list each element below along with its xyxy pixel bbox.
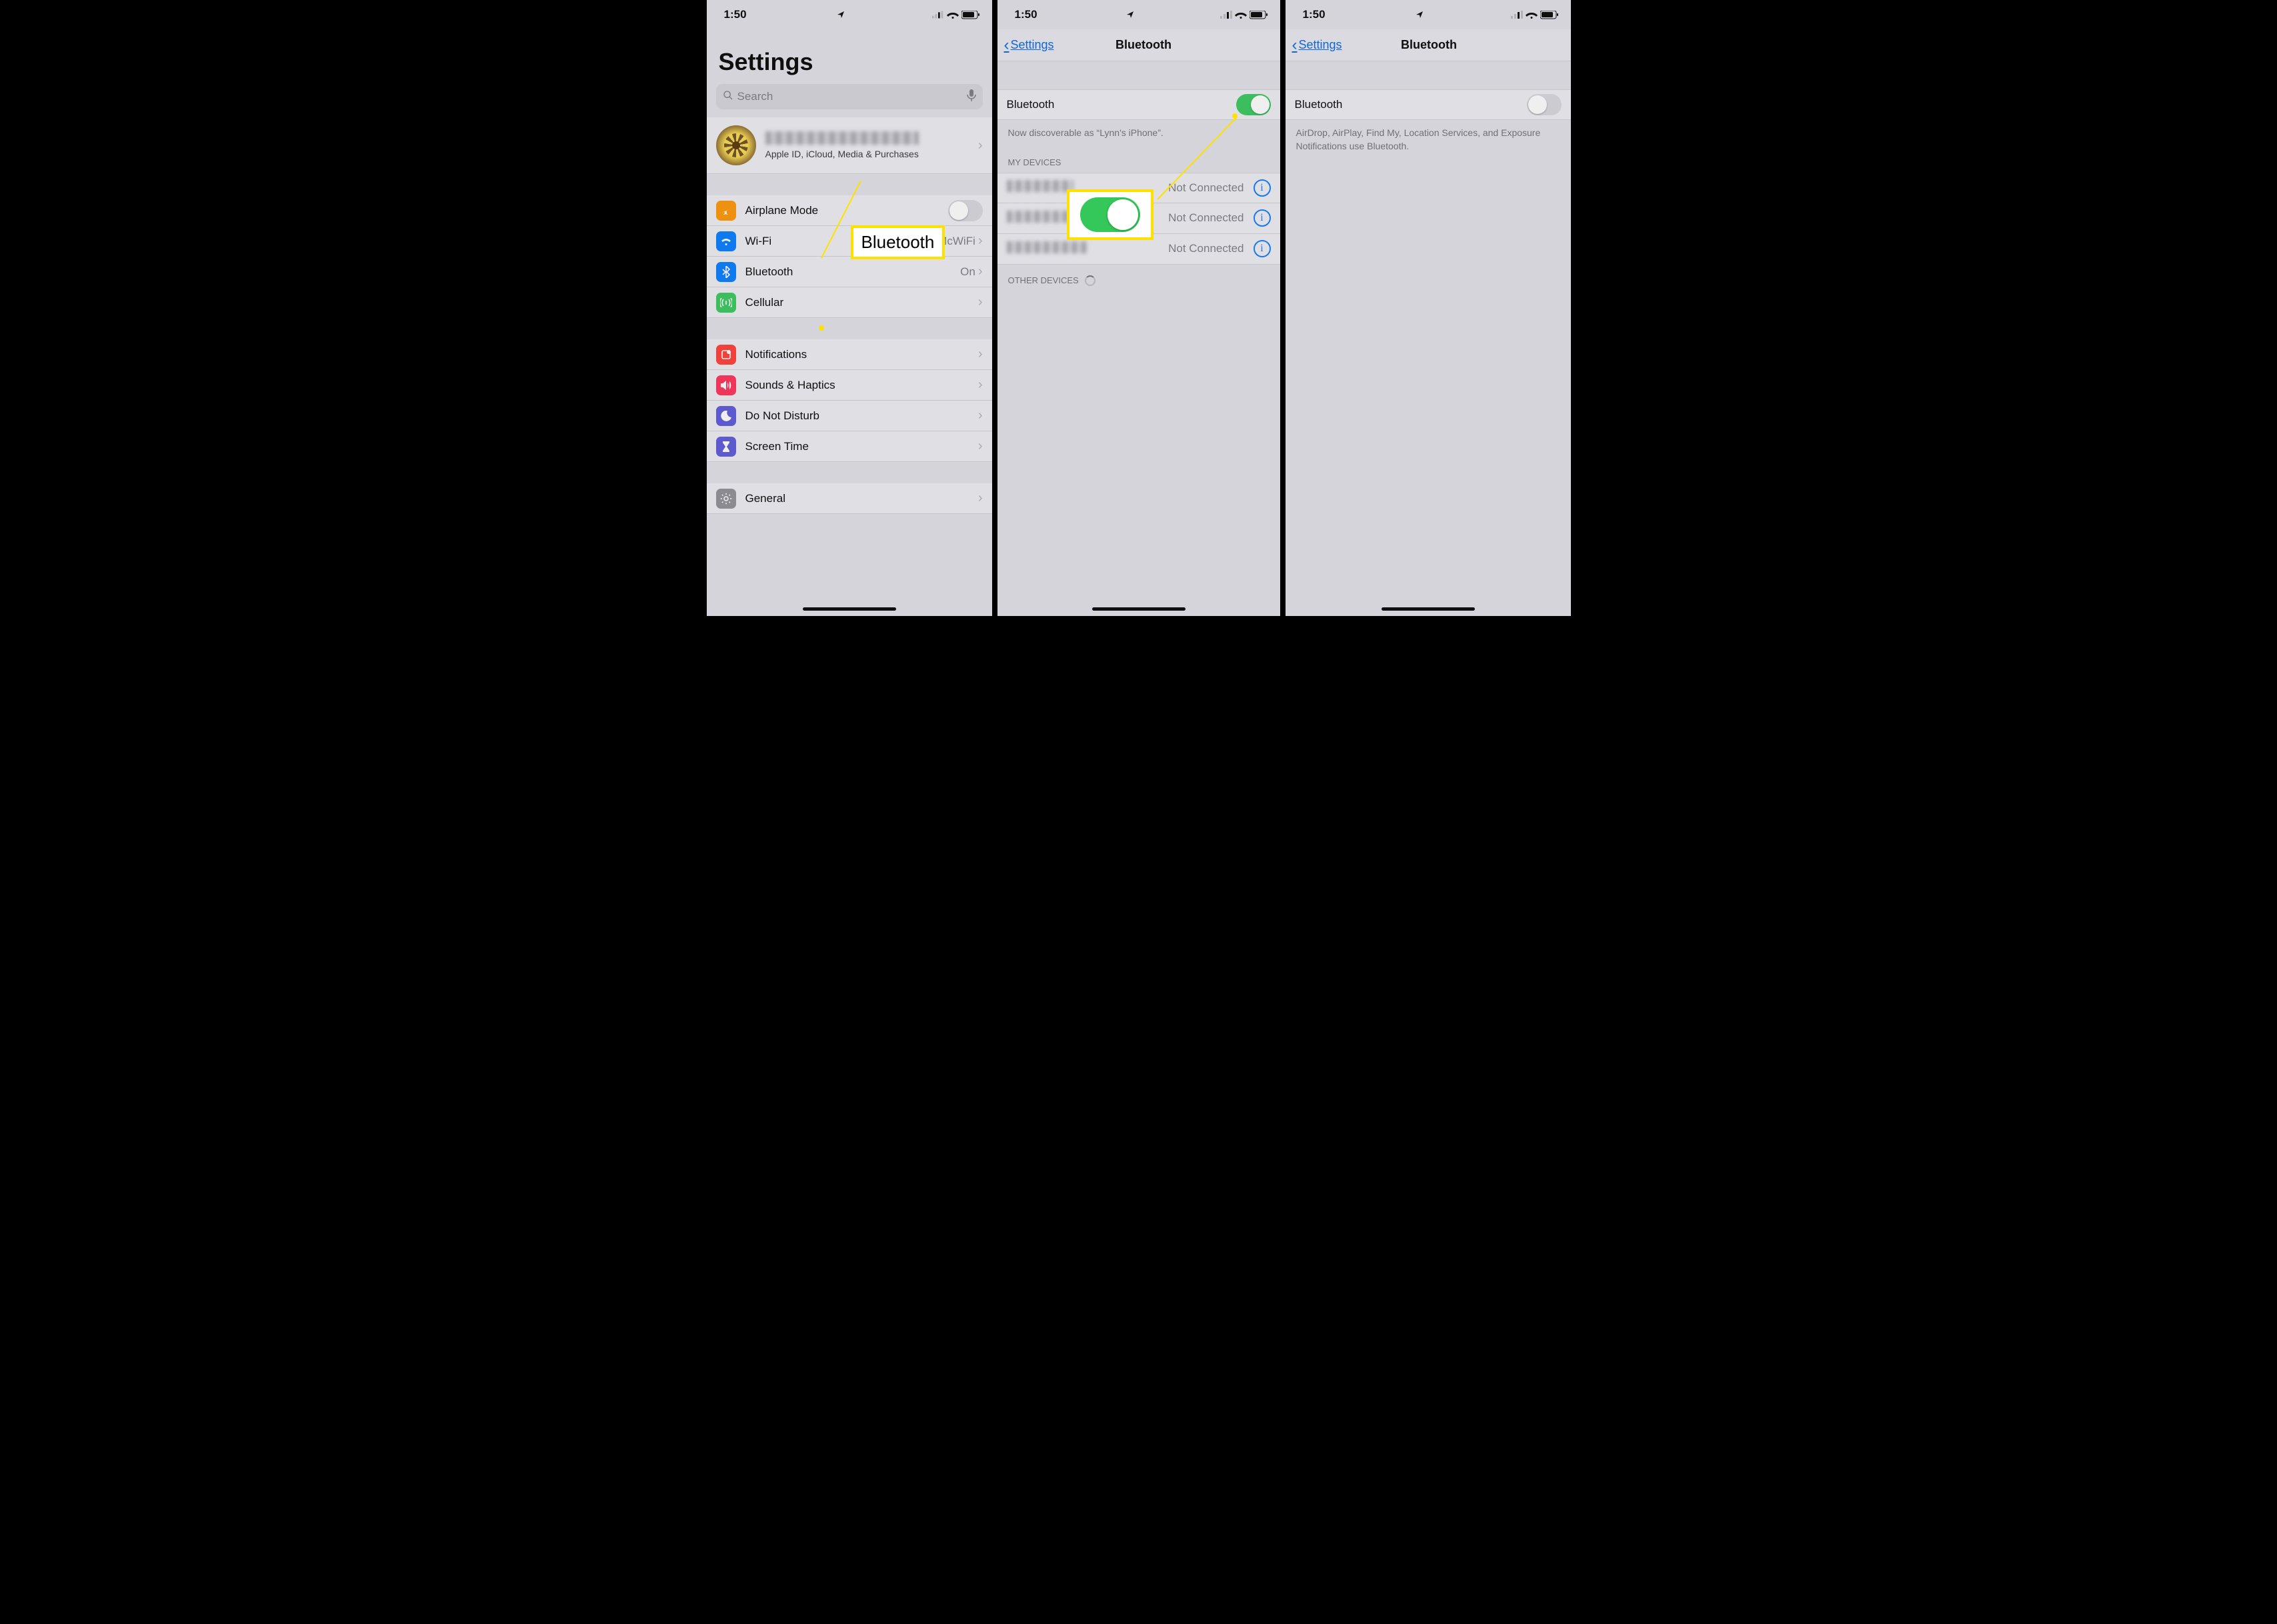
moon-icon — [716, 406, 736, 426]
chevron-right-icon: › — [978, 439, 983, 454]
home-indicator[interactable] — [803, 607, 896, 611]
cellular-icon — [932, 11, 944, 19]
redacted-name — [765, 131, 919, 145]
bluetooth-toggle-row: Bluetooth — [1286, 89, 1571, 120]
callout-dot — [819, 325, 824, 331]
nav-bar: ‹ Settings Bluetooth — [1286, 29, 1571, 61]
bluetooth-toggle[interactable] — [1527, 94, 1562, 115]
my-devices-header: MY DEVICES — [997, 147, 1280, 173]
phone-bluetooth-off: 1:50 ‹ Settings Bluetooth Bluetooth AirD… — [1283, 0, 1571, 616]
avatar — [716, 125, 756, 165]
info-icon[interactable]: i — [1254, 240, 1271, 257]
hourglass-icon — [716, 437, 736, 457]
bluetooth-toggle-row: Bluetooth — [997, 89, 1280, 120]
nav-title: Bluetooth — [1014, 38, 1274, 52]
device-status: Not Connected — [1168, 242, 1244, 255]
status-time: 1:50 — [724, 8, 747, 21]
other-devices-header: OTHER DEVICES — [997, 265, 1280, 292]
screen-time-row[interactable]: Screen Time › — [707, 431, 992, 462]
battery-icon — [1250, 11, 1268, 19]
bluetooth-toggle[interactable] — [1236, 94, 1271, 115]
wifi-row[interactable]: Wi-Fi McWiFi › — [707, 226, 992, 257]
device-status: Not Connected — [1168, 211, 1244, 225]
chevron-right-icon: › — [978, 408, 983, 423]
nav-bar: ‹ Settings Bluetooth — [997, 29, 1280, 61]
gear-icon — [716, 489, 736, 509]
redacted-device — [1007, 180, 1073, 195]
toggle-on-icon — [1080, 197, 1140, 232]
status-time: 1:50 — [1015, 8, 1037, 21]
sounds-row[interactable]: Sounds & Haptics › — [707, 370, 992, 401]
apple-id-subtitle: Apple ID, iCloud, Media & Purchases — [765, 149, 978, 159]
home-indicator[interactable] — [1382, 607, 1475, 611]
chevron-left-icon: ‹ — [1004, 36, 1009, 55]
chevron-right-icon: › — [978, 264, 983, 279]
wifi-settings-icon — [716, 231, 736, 251]
general-row[interactable]: General › — [707, 483, 992, 514]
callout-toggle — [1067, 189, 1154, 240]
cellular-icon — [1220, 11, 1232, 19]
location-arrow-icon — [1126, 11, 1134, 19]
apple-id-row[interactable]: Apple ID, iCloud, Media & Purchases › — [707, 117, 992, 174]
bluetooth-value: On — [960, 265, 975, 279]
info-icon[interactable]: i — [1254, 209, 1271, 227]
wifi-icon — [1235, 11, 1247, 19]
redacted-device — [1007, 241, 1087, 257]
page-title: Settings — [707, 29, 992, 81]
chevron-right-icon: › — [978, 233, 983, 249]
info-icon[interactable]: i — [1254, 179, 1271, 197]
notifications-icon — [716, 345, 736, 365]
nav-title: Bluetooth — [1294, 38, 1564, 52]
battery-icon — [961, 11, 980, 19]
status-bar: 1:50 — [707, 0, 992, 29]
bluetooth-off-note: AirDrop, AirPlay, Find My, Location Serv… — [1286, 120, 1571, 159]
chevron-right-icon: › — [978, 295, 983, 310]
notifications-row[interactable]: Notifications › — [707, 339, 992, 370]
chevron-right-icon: › — [978, 491, 983, 506]
cellular-icon — [1511, 11, 1523, 19]
airplane-toggle[interactable] — [948, 200, 983, 221]
mic-icon[interactable] — [967, 89, 976, 105]
spinner-icon — [1085, 275, 1095, 286]
device-status: Not Connected — [1168, 181, 1244, 195]
home-indicator[interactable] — [1092, 607, 1186, 611]
discoverable-text: Now discoverable as “Lynn's iPhone”. — [997, 120, 1280, 147]
chevron-right-icon: › — [978, 377, 983, 393]
status-bar: 1:50 — [1286, 0, 1571, 29]
wifi-icon — [947, 11, 959, 19]
battery-icon — [1540, 11, 1559, 19]
chevron-right-icon: › — [978, 138, 983, 153]
status-bar: 1:50 — [997, 0, 1280, 29]
search-input[interactable] — [737, 90, 963, 103]
cellular-row[interactable]: Cellular › — [707, 287, 992, 318]
airplane-icon — [716, 201, 736, 221]
callout-dot — [1232, 113, 1238, 119]
dnd-row[interactable]: Do Not Disturb › — [707, 401, 992, 431]
status-time: 1:50 — [1303, 8, 1326, 21]
search-icon — [723, 90, 733, 104]
callout-bluetooth-label: Bluetooth — [851, 225, 945, 259]
phone-settings-root: 1:50 Settings Apple ID, iCloud, Media & … — [707, 0, 995, 616]
wifi-icon — [1526, 11, 1538, 19]
location-arrow-icon — [837, 11, 845, 19]
bluetooth-icon — [716, 262, 736, 282]
speaker-icon — [716, 375, 736, 395]
phone-bluetooth-on: 1:50 ‹ Settings Bluetooth Bluetooth Now … — [995, 0, 1283, 616]
location-arrow-icon — [1416, 11, 1424, 19]
chevron-right-icon: › — [978, 347, 983, 362]
airplane-mode-row[interactable]: Airplane Mode — [707, 195, 992, 226]
bluetooth-row[interactable]: Bluetooth On › — [707, 257, 992, 287]
search-field[interactable] — [716, 84, 983, 109]
cellular-settings-icon — [716, 293, 736, 313]
